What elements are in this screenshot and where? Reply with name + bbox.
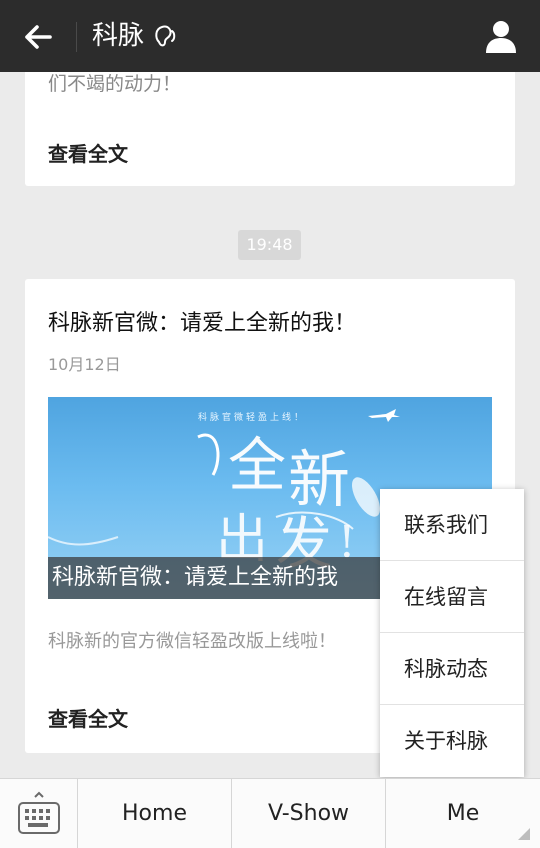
- tab-home[interactable]: Home: [78, 779, 232, 848]
- title-divider: [76, 22, 77, 52]
- cover-char: 全: [228, 431, 286, 499]
- tab-me[interactable]: Me: [386, 779, 540, 848]
- cover-char: 新: [288, 443, 350, 516]
- article-summary: 科脉新的官方微信轻盈改版上线啦！: [48, 631, 336, 652]
- back-button[interactable]: [18, 18, 58, 56]
- menu-item-contact-us[interactable]: 联系我们: [380, 489, 524, 561]
- timestamp-badge: 19:48: [238, 230, 301, 260]
- profile-button[interactable]: [482, 16, 520, 56]
- submenu-indicator-icon: [518, 828, 530, 840]
- menu-item-news[interactable]: 科脉动态: [380, 633, 524, 705]
- read-more-link[interactable]: 查看全文: [48, 138, 128, 167]
- keyboard-icon: [18, 791, 60, 834]
- read-more-link[interactable]: 查看全文: [48, 703, 128, 732]
- article-summary: 们不竭的动力！: [48, 73, 182, 95]
- menu-item-online-message[interactable]: 在线留言: [380, 561, 524, 633]
- article-title: 科脉新官微：请爱上全新的我！: [48, 311, 357, 336]
- me-popup-menu: 联系我们 在线留言 科脉动态 关于科脉: [380, 489, 524, 777]
- bottom-menu-bar: Home V-Show Me: [0, 778, 540, 848]
- page-title: 科脉: [92, 21, 145, 51]
- article-date: 10月12日: [48, 355, 121, 374]
- keyboard-toggle-button[interactable]: [0, 779, 78, 848]
- title-bar: 科脉: [0, 0, 540, 72]
- menu-item-about[interactable]: 关于科脉: [380, 705, 524, 777]
- ear-icon: [155, 25, 176, 47]
- person-icon: [486, 21, 516, 53]
- arrow-left-icon: [25, 25, 52, 49]
- tab-v-show[interactable]: V-Show: [232, 779, 386, 848]
- article-card[interactable]: 们不竭的动力！ 查看全文: [25, 72, 515, 186]
